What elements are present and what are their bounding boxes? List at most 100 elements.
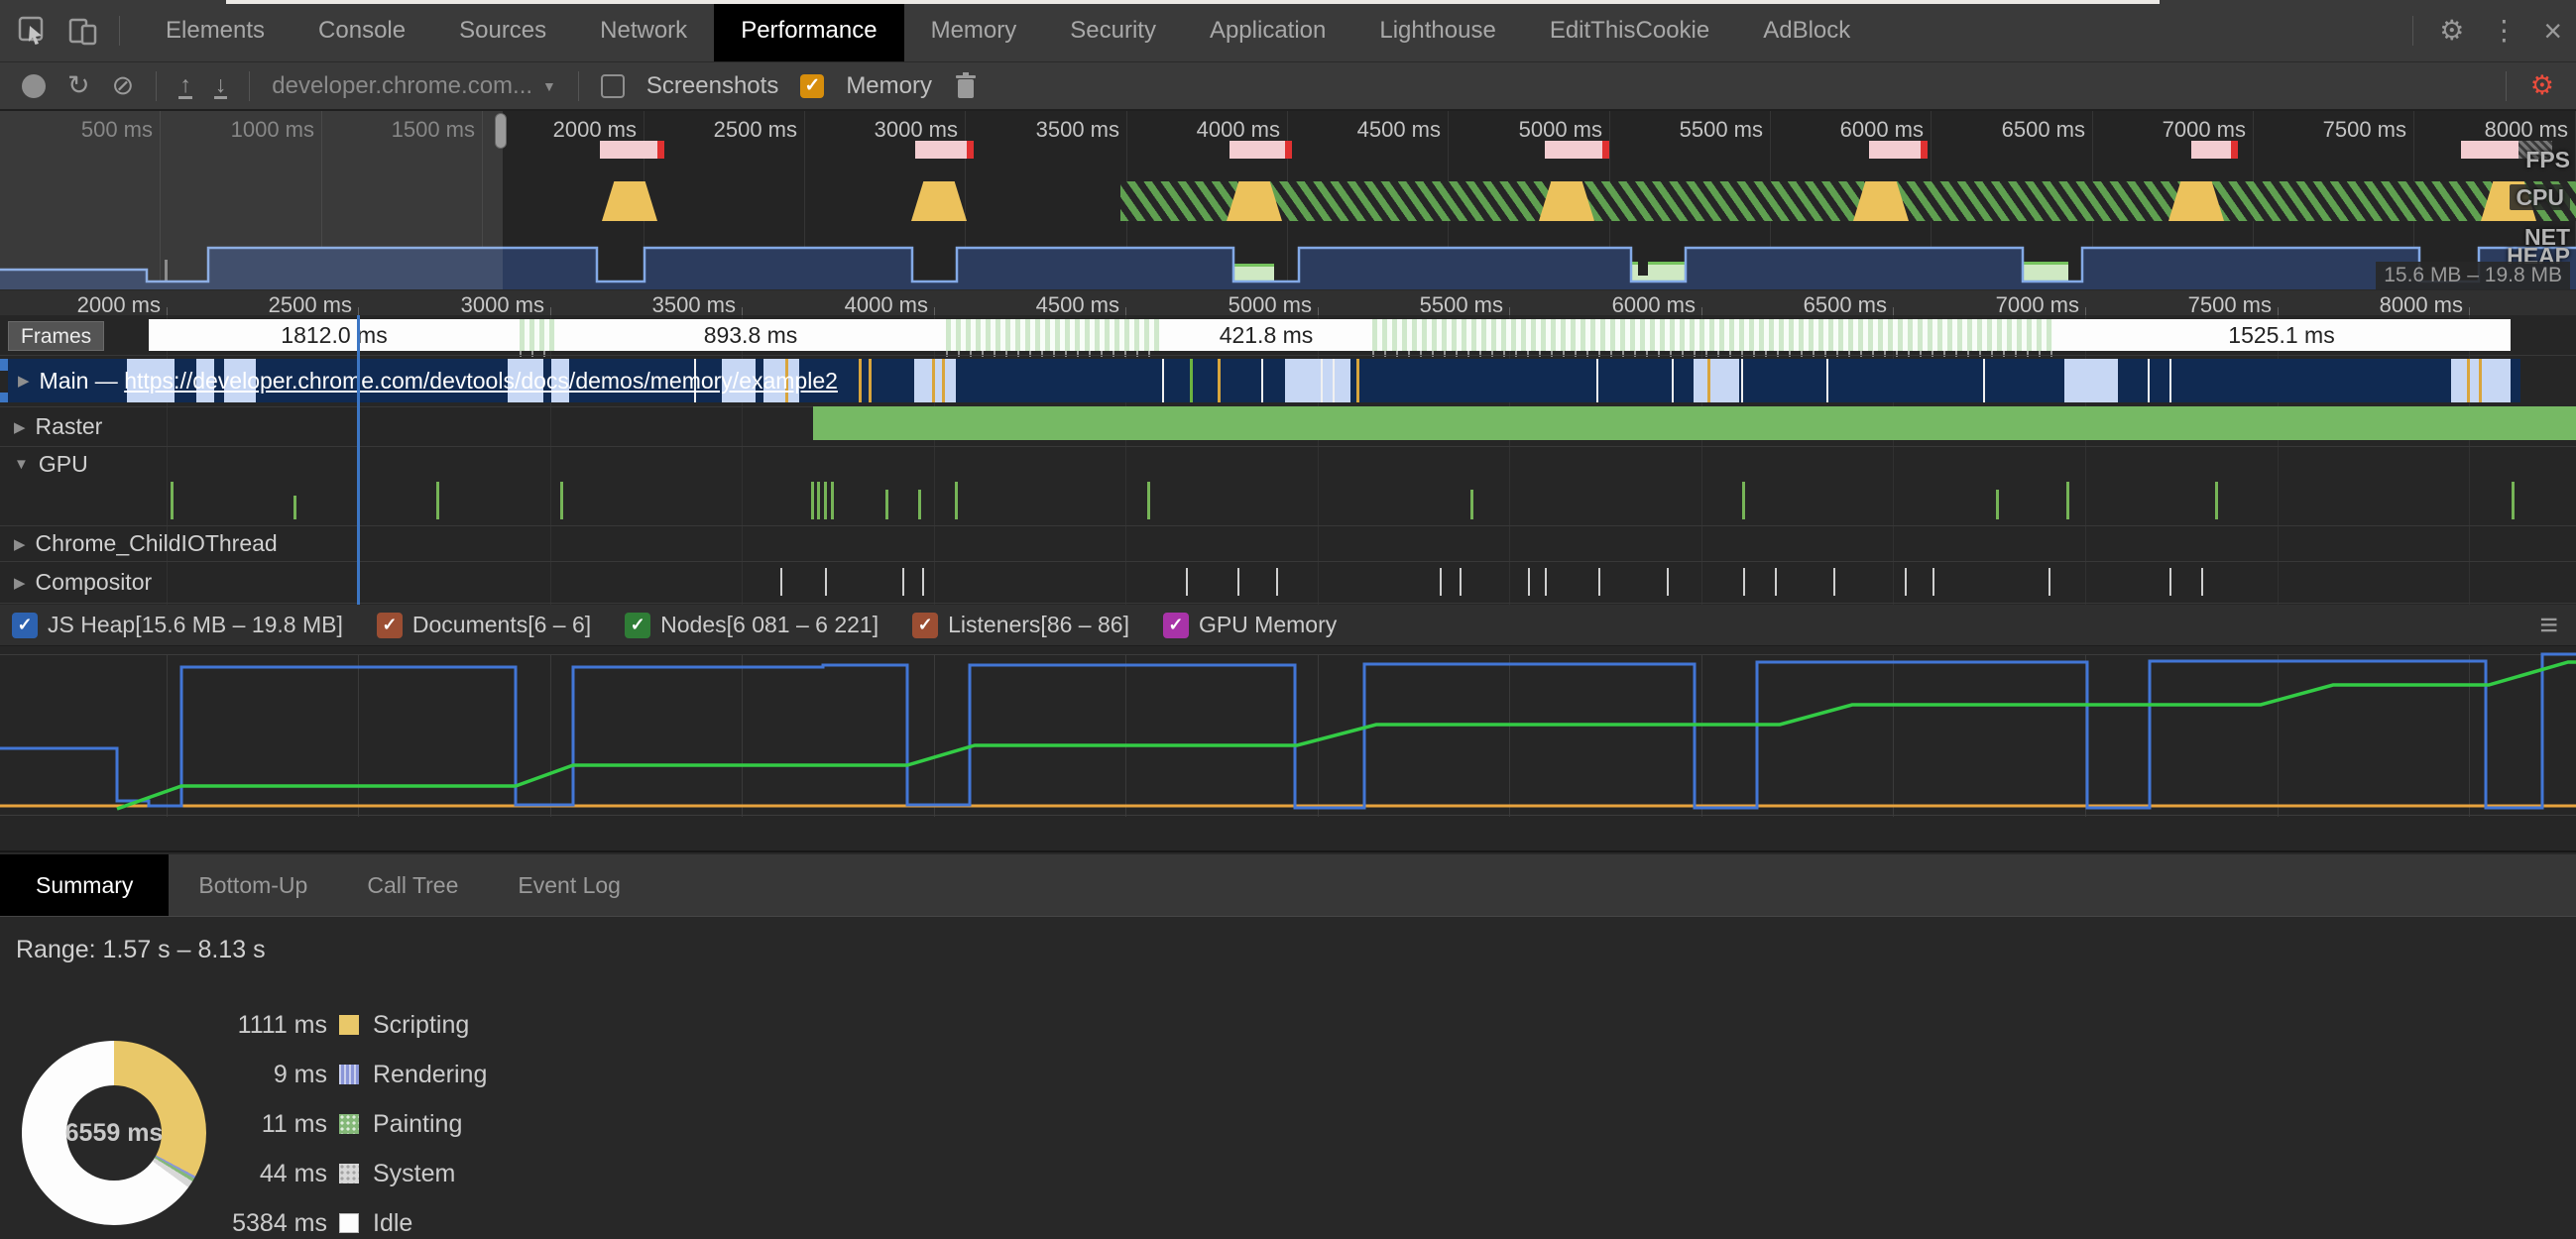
- overview-tick-label: 8000 ms: [2417, 117, 2568, 143]
- main-activity-block[interactable]: [1694, 359, 1739, 402]
- timeline-ruler[interactable]: 2000 ms2500 ms3000 ms3500 ms4000 ms4500 …: [0, 290, 2576, 316]
- legend-value: 5384 ms: [99, 1209, 327, 1238]
- garbage-collect-trash-icon[interactable]: [954, 71, 978, 101]
- raster-activity-bar[interactable]: [813, 406, 2576, 440]
- tab-network[interactable]: Network: [573, 0, 714, 61]
- chrome-childiothread-track[interactable]: ▶ Chrome_ChildIOThread: [0, 525, 2576, 561]
- frames-track-badge[interactable]: Frames: [8, 321, 104, 351]
- counter-toggle[interactable]: ✓GPU Memory: [1163, 612, 1337, 638]
- gpu-track-label[interactable]: ▼ GPU: [14, 451, 88, 478]
- frame-segment[interactable]: 421.8 ms: [1160, 319, 1372, 351]
- tab-elements[interactable]: Elements: [139, 0, 292, 61]
- memory-checkbox[interactable]: ✓: [800, 74, 824, 98]
- inspect-element-icon[interactable]: [18, 16, 48, 46]
- counter-checkbox[interactable]: ✓: [1163, 613, 1189, 638]
- selection-left-handle[interactable]: [495, 113, 507, 149]
- raster-track-label[interactable]: ▶ Raster: [14, 413, 102, 440]
- gpu-activity-tick: [955, 482, 958, 519]
- collapse-arrow-icon[interactable]: ▼: [14, 456, 29, 473]
- main-scripting-tick: [869, 359, 872, 402]
- gpu-track[interactable]: ▼ GPU: [0, 446, 2576, 525]
- save-profile-icon[interactable]: ↓: [214, 72, 228, 99]
- raster-track[interactable]: ▶ Raster: [0, 406, 2576, 446]
- compositor-activity-tick: [2049, 568, 2050, 596]
- close-devtools-icon[interactable]: ×: [2543, 15, 2562, 47]
- details-tab-event-log[interactable]: Event Log: [488, 854, 650, 916]
- memory-gridline: [1509, 654, 1510, 817]
- compositor-track[interactable]: ▶ Compositor: [0, 561, 2576, 603]
- main-thread-bar[interactable]: ▶ Main — https://developer.chrome.com/de…: [8, 359, 2520, 402]
- memory-counter-graph[interactable]: [0, 646, 2576, 850]
- expand-arrow-icon[interactable]: ▶: [18, 372, 30, 390]
- history-dropdown-value: developer.chrome.com...: [272, 72, 532, 100]
- frame-segment[interactable]: 893.8 ms: [555, 319, 946, 351]
- details-tab-summary[interactable]: Summary: [0, 854, 169, 916]
- tab-performance[interactable]: Performance: [714, 0, 903, 61]
- frame-segment[interactable]: [520, 319, 555, 351]
- capture-settings-gear-icon[interactable]: ⚙: [2530, 72, 2554, 99]
- tab-adblock[interactable]: AdBlock: [1736, 0, 1877, 61]
- gpu-activity-tick: [560, 482, 563, 519]
- frame-segment[interactable]: 1812.0 ms: [149, 319, 520, 351]
- counter-checkbox[interactable]: ✓: [625, 613, 650, 638]
- device-toolbar-icon[interactable]: [67, 16, 99, 46]
- fps-chart-notch: [1185, 260, 1202, 274]
- record-button[interactable]: [22, 74, 46, 98]
- gpu-activity-tick: [293, 496, 296, 519]
- load-profile-icon[interactable]: ↑: [178, 72, 192, 99]
- main-event-tick: [1826, 359, 1828, 402]
- counter-checkbox[interactable]: ✓: [377, 613, 403, 638]
- tab-memory[interactable]: Memory: [904, 0, 1044, 61]
- counter-checkbox[interactable]: ✓: [912, 613, 938, 638]
- tab-application[interactable]: Application: [1183, 0, 1352, 61]
- main-activity-block[interactable]: [2064, 359, 2118, 402]
- ruler-tick: [358, 307, 359, 315]
- legend-label: Rendering: [373, 1061, 487, 1089]
- main-activity-block[interactable]: [914, 359, 956, 402]
- timeline-overview[interactable]: 500 ms1000 ms1500 ms2000 ms2500 ms3000 m…: [0, 111, 2576, 289]
- more-menu-kebab-icon[interactable]: ⋮: [2490, 17, 2517, 45]
- tab-sources[interactable]: Sources: [432, 0, 573, 61]
- expand-arrow-icon[interactable]: ▶: [14, 418, 26, 436]
- screenshots-checkbox[interactable]: [601, 74, 625, 98]
- overview-tick-label: 2000 ms: [486, 117, 637, 143]
- counter-toggle[interactable]: ✓Nodes[6 081 – 6 221]: [625, 612, 878, 638]
- settings-gear-icon[interactable]: ⚙: [2439, 17, 2464, 45]
- tab-security[interactable]: Security: [1043, 0, 1183, 61]
- compositor-activity-tick: [1276, 568, 1278, 596]
- gpu-activity-tick: [2215, 482, 2218, 519]
- long-frame-bar-tip: [967, 141, 974, 159]
- long-frame-bar: [2191, 141, 2231, 159]
- timeline-playhead[interactable]: [357, 315, 360, 605]
- tab-lighthouse[interactable]: Lighthouse: [1352, 0, 1522, 61]
- tab-editthiscookie[interactable]: EditThisCookie: [1523, 0, 1736, 61]
- details-tab-bottom-up[interactable]: Bottom-Up: [169, 854, 337, 916]
- flame-chart-tracks[interactable]: Frames 1812.0 ms 893.8 ms 421.8 ms 1525.1 m…: [0, 315, 2576, 605]
- frame-segment[interactable]: [1372, 319, 2052, 351]
- long-frame-bar-tip: [1285, 141, 1292, 159]
- main-event-tick: [1261, 359, 1263, 402]
- main-thread-track[interactable]: ▶ Main — https://developer.chrome.com/de…: [0, 355, 2576, 406]
- main-activity-block[interactable]: [1285, 359, 1350, 402]
- frame-segment[interactable]: [946, 319, 1160, 351]
- frame-segment[interactable]: 1525.1 ms: [2052, 319, 2511, 351]
- counter-toggle[interactable]: ✓Listeners[86 – 86]: [912, 612, 1129, 638]
- expand-arrow-icon[interactable]: ▶: [14, 535, 26, 553]
- details-tab-call-tree[interactable]: Call Tree: [337, 854, 488, 916]
- tab-console[interactable]: Console: [292, 0, 432, 61]
- expand-arrow-icon[interactable]: ▶: [14, 574, 26, 592]
- overview-gridline: [804, 111, 805, 289]
- reload-and-record-icon[interactable]: ↻: [67, 72, 90, 99]
- counter-checkbox[interactable]: ✓: [12, 613, 38, 638]
- chevron-down-icon: ▼: [542, 78, 556, 94]
- counter-toggle[interactable]: ✓JS Heap[15.6 MB – 19.8 MB]: [12, 612, 343, 638]
- clear-recording-icon[interactable]: ⊘: [112, 72, 135, 99]
- main-paint-tick: [1190, 359, 1193, 402]
- counter-toggle[interactable]: ✓Documents[6 – 6]: [377, 612, 591, 638]
- fps-chart-segment: [1912, 262, 2068, 289]
- history-dropdown[interactable]: developer.chrome.com... ▼: [272, 72, 556, 100]
- compositor-track-label[interactable]: ▶ Compositor: [14, 569, 152, 596]
- io-track-label[interactable]: ▶ Chrome_ChildIOThread: [14, 530, 278, 557]
- frames-track[interactable]: Frames 1812.0 ms 893.8 ms 421.8 ms 1525.1 m…: [0, 315, 2576, 355]
- hamburger-menu-icon[interactable]: ≡: [2539, 613, 2576, 638]
